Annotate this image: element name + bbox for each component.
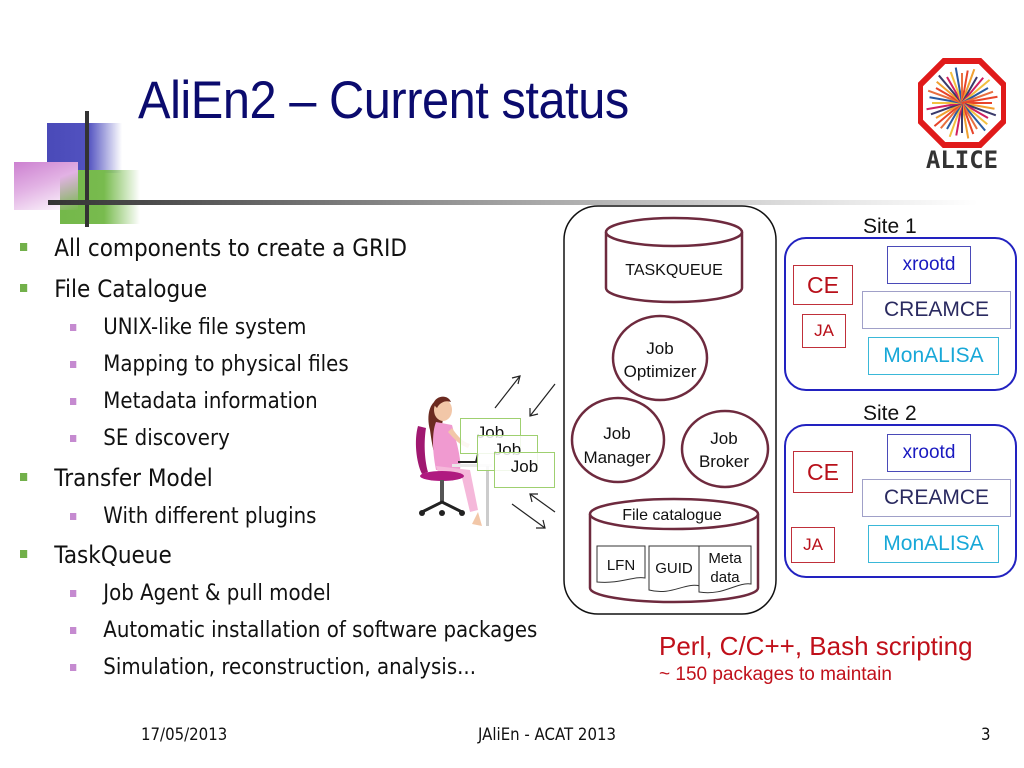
sub-bullet-item: SE discovery (70, 426, 230, 451)
site-1-xrootd: xrootd (887, 246, 971, 284)
sub-bullet-item: Job Agent & pull model (70, 581, 331, 606)
sub-bullet-marker (70, 434, 77, 442)
sub-bullet-item: With different plugins (70, 504, 317, 529)
bullet-marker (20, 550, 28, 558)
slide-title: AliEn2 – Current status (138, 71, 629, 130)
sub-bullet-marker (70, 589, 77, 597)
job-label: Job (510, 457, 539, 476)
sub-bullet-marker (70, 397, 77, 405)
bullet-text: File Catalogue (54, 275, 208, 303)
taskqueue-label: TASKQUEUE (625, 262, 723, 279)
site-2-ce: CE (793, 451, 853, 493)
bullet-text: SE discovery (103, 426, 230, 451)
title-divider (48, 200, 978, 205)
job-optimizer-label-2: Optimizer (624, 362, 697, 381)
bullet-text: UNIX-like file system (103, 315, 307, 340)
sub-bullet-item: Simulation, reconstruction, analysis... (70, 655, 476, 680)
packages-note: ~ 150 packages to maintain (659, 664, 892, 685)
metadata-label-2: data (710, 569, 740, 586)
site-2-ja: JA (791, 527, 835, 563)
site-1-ce: CE (793, 265, 853, 305)
lfn-label: LFN (607, 557, 635, 574)
bullet-text: With different plugins (103, 504, 317, 529)
site-1-ja: JA (802, 314, 846, 348)
bullet-text: Metadata information (103, 389, 318, 414)
job-optimizer-label-1: Job (646, 339, 673, 358)
bullet-marker (20, 284, 28, 292)
metadata-label-1: Meta (708, 550, 742, 567)
site-2-label: Site 2 (863, 402, 917, 425)
sub-bullet-marker (70, 663, 77, 671)
taskqueue-cylinder (604, 216, 744, 304)
sub-bullet-item: Mapping to physical files (70, 352, 349, 377)
file-catalogue-label: File catalogue (622, 507, 722, 524)
languages-note: Perl, C/C++, Bash scripting (659, 631, 973, 661)
sub-bullet-item: Automatic installation of software packa… (70, 618, 537, 643)
job-manager-label-2: Manager (583, 448, 650, 467)
bullet-text: Automatic installation of software packa… (103, 618, 538, 643)
sub-bullet-marker (70, 512, 77, 520)
bullet-text: Mapping to physical files (103, 352, 349, 377)
sub-bullet-marker (70, 626, 77, 634)
alice-logo-text: ALICE (926, 146, 998, 174)
guid-label: GUID (655, 560, 693, 577)
sub-bullet-marker (70, 360, 77, 368)
page-number: 3 (981, 725, 991, 745)
footer-date: 17/05/2013 (141, 725, 228, 745)
decor-vertical-line (85, 111, 89, 227)
sub-bullet-item: Metadata information (70, 389, 318, 414)
bullet-text: Transfer Model (54, 464, 213, 492)
job-box: Job (494, 452, 555, 488)
job-broker-label-1: Job (710, 429, 737, 448)
alice-logo-icon: ALICE (917, 58, 1007, 174)
job-manager-label-1: Job (603, 424, 630, 443)
bullet-text: All components to create a GRID (54, 234, 407, 262)
site-1-label: Site 1 (863, 215, 917, 238)
site-1-creamce: CREAMCE (862, 291, 1011, 329)
site-2-xrootd: xrootd (887, 434, 971, 472)
bullet-item: TaskQueue (20, 541, 172, 569)
job-broker-circle (680, 409, 770, 489)
alice-logo: ALICE (917, 57, 1007, 175)
bullet-text: Simulation, reconstruction, analysis... (103, 655, 477, 680)
site-2-monalisa: MonALISA (868, 525, 999, 563)
bullet-item: File Catalogue (20, 275, 207, 303)
footer-title: JAliEn - ACAT 2013 (478, 725, 616, 745)
central-services-diagram: TASKQUEUE Job Optimizer Job Manager Job … (563, 205, 777, 615)
job-optimizer-circle (611, 314, 709, 402)
site-2-creamce: CREAMCE (862, 479, 1011, 517)
bullet-item: Transfer Model (20, 464, 213, 492)
sub-bullet-item: UNIX-like file system (70, 315, 306, 340)
bullet-text: TaskQueue (54, 541, 172, 569)
bullet-marker (20, 243, 28, 251)
bullet-text: Job Agent & pull model (103, 581, 331, 606)
site-1-monalisa: MonALISA (868, 337, 999, 375)
sub-bullet-marker (70, 323, 77, 331)
bullet-item: All components to create a GRID (20, 234, 407, 262)
bullet-marker (20, 473, 28, 481)
job-broker-label-2: Broker (699, 452, 749, 471)
